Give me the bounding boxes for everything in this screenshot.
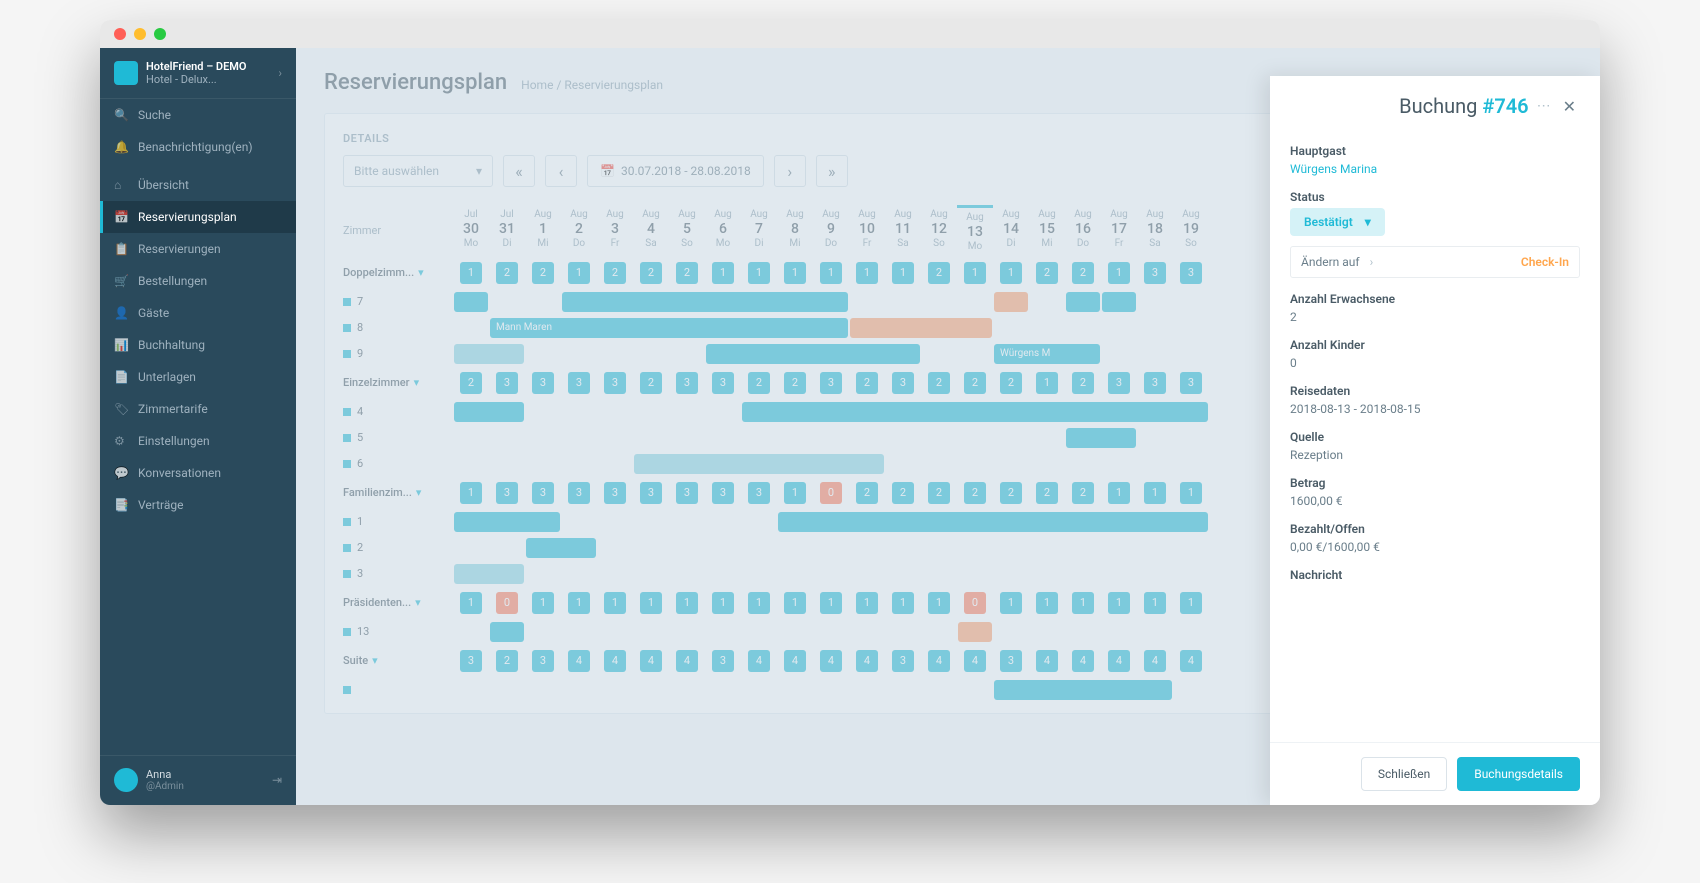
source-value: Rezeption	[1290, 448, 1580, 462]
sidebar-search[interactable]: 🔍 Suche	[100, 99, 296, 131]
nav-icon: 📊	[114, 338, 128, 352]
sidebar: HotelFriend – DEMO Hotel - Delux... › 🔍 …	[100, 48, 296, 805]
user-role: @Admin	[146, 781, 184, 793]
sidebar-item-einstellungen[interactable]: ⚙ Einstellungen	[100, 425, 296, 457]
nav-icon: 📄	[114, 370, 128, 384]
travel-dates-value: 2018-08-13 - 2018-08-15	[1290, 402, 1580, 416]
nav-icon: 🏷	[114, 402, 128, 416]
sidebar-item-label: Konversationen	[138, 466, 221, 480]
chevron-right-icon: ›	[1370, 255, 1374, 269]
nav-icon: 📑	[114, 498, 128, 512]
app-name: HotelFriend – DEMO	[146, 60, 270, 73]
nav-icon: ⌂	[114, 178, 128, 192]
sidebar-item-label: Gäste	[138, 306, 169, 320]
sidebar-item-gäste[interactable]: 👤 Gäste	[100, 297, 296, 329]
adults-label: Anzahl Erwachsene	[1290, 292, 1580, 306]
booking-details-button[interactable]: Buchungsdetails	[1457, 757, 1580, 791]
avatar-icon	[114, 768, 138, 792]
sidebar-item-unterlagen[interactable]: 📄 Unterlagen	[100, 361, 296, 393]
sidebar-item-reservierungen[interactable]: 📋 Reservierungen	[100, 233, 296, 265]
window-close-icon[interactable]	[114, 28, 126, 40]
source-label: Quelle	[1290, 430, 1580, 444]
note-label: Nachricht	[1290, 568, 1580, 582]
sidebar-item-label: Übersicht	[138, 178, 189, 192]
booking-panel: Buchung #746 ⋯ ✕ Hauptgast Würgens Marin…	[1270, 76, 1600, 805]
close-button[interactable]: Schließen	[1361, 757, 1447, 791]
window-minimize-icon[interactable]	[134, 28, 146, 40]
paid-value: 0,00 €/1600,00 €	[1290, 540, 1580, 554]
nav-icon: 📋	[114, 242, 128, 256]
travel-dates-label: Reisedaten	[1290, 384, 1580, 398]
more-icon[interactable]: ⋯	[1537, 98, 1551, 114]
sidebar-item-label: Unterlagen	[138, 370, 196, 384]
change-label: Ändern auf	[1301, 255, 1360, 269]
sidebar-item-label: Zimmertarife	[138, 402, 208, 416]
paid-label: Bezahlt/Offen	[1290, 522, 1580, 536]
children-value: 0	[1290, 356, 1580, 370]
sidebar-item-label: Reservierungen	[138, 242, 221, 256]
close-icon[interactable]: ✕	[1559, 97, 1580, 116]
panel-title: Buchung #746	[1290, 94, 1529, 118]
sidebar-item-verträge[interactable]: 📑 Verträge	[100, 489, 296, 521]
guest-label: Hauptgast	[1290, 144, 1580, 158]
sidebar-search-label: Suche	[138, 108, 171, 122]
sidebar-item-buchhaltung[interactable]: 📊 Buchhaltung	[100, 329, 296, 361]
amount-label: Betrag	[1290, 476, 1580, 490]
status-value: Bestätigt	[1304, 215, 1353, 229]
guest-link[interactable]: Würgens Marina	[1290, 162, 1580, 176]
search-icon: 🔍	[114, 108, 128, 122]
children-label: Anzahl Kinder	[1290, 338, 1580, 352]
brand-logo-icon	[114, 61, 138, 85]
change-status-row: Ändern auf › Check-In	[1290, 246, 1580, 278]
amount-value: 1600,00 €	[1290, 494, 1580, 508]
chevron-right-icon: ›	[278, 66, 282, 80]
sidebar-item-label: Verträge	[138, 498, 184, 512]
status-dropdown[interactable]: Bestätigt ▾	[1290, 208, 1385, 236]
nav-icon: ⚙	[114, 434, 128, 448]
chevron-down-icon: ▾	[1365, 215, 1371, 229]
nav-icon: 💬	[114, 466, 128, 480]
sidebar-item-zimmertarife[interactable]: 🏷 Zimmertarife	[100, 393, 296, 425]
status-label: Status	[1290, 190, 1580, 204]
sidebar-item-label: Bestellungen	[138, 274, 207, 288]
nav-icon: 🛒	[114, 274, 128, 288]
checkin-button[interactable]: Check-In	[1521, 255, 1569, 269]
bell-icon: 🔔	[114, 140, 128, 154]
sidebar-item-konversationen[interactable]: 💬 Konversationen	[100, 457, 296, 489]
sidebar-notifications-label: Benachrichtigung(en)	[138, 140, 253, 154]
sidebar-item-übersicht[interactable]: ⌂ Übersicht	[100, 169, 296, 201]
hotel-selector[interactable]: HotelFriend – DEMO Hotel - Delux... ›	[100, 48, 296, 99]
window-maximize-icon[interactable]	[154, 28, 166, 40]
sidebar-item-reservierungsplan[interactable]: 📅 Reservierungsplan	[100, 201, 296, 233]
window-titlebar	[100, 20, 1600, 48]
hotel-name: Hotel - Delux...	[146, 73, 270, 86]
adults-value: 2	[1290, 310, 1580, 324]
user-name: Anna	[146, 768, 184, 781]
sidebar-notifications[interactable]: 🔔 Benachrichtigung(en)	[100, 131, 296, 163]
nav-icon: 📅	[114, 210, 128, 224]
sidebar-user[interactable]: Anna @Admin ⇥	[100, 755, 296, 805]
sidebar-item-label: Buchhaltung	[138, 338, 205, 352]
sidebar-item-label: Einstellungen	[138, 434, 210, 448]
sidebar-item-label: Reservierungsplan	[138, 210, 237, 224]
nav-icon: 👤	[114, 306, 128, 320]
sidebar-item-bestellungen[interactable]: 🛒 Bestellungen	[100, 265, 296, 297]
logout-icon[interactable]: ⇥	[272, 773, 282, 787]
